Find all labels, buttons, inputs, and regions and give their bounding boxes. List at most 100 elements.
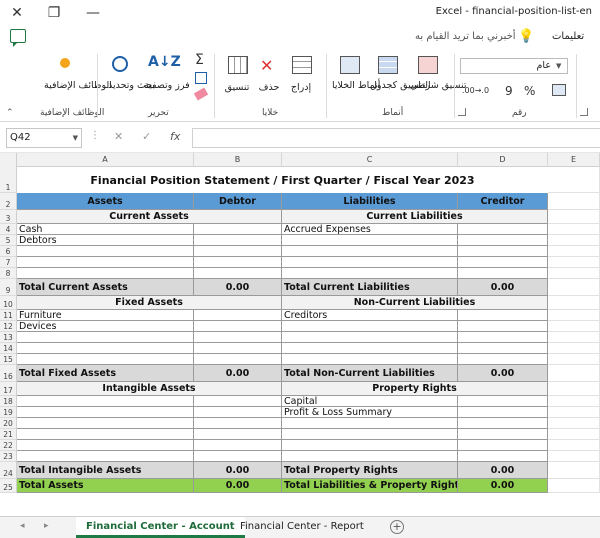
cell[interactable] [548,210,600,224]
percent-style-button[interactable]: % [524,84,535,98]
row-header[interactable]: 17 [0,382,17,396]
section-header[interactable]: Current Liabilities [282,210,548,224]
cell[interactable] [548,235,600,246]
table-cell[interactable] [458,224,548,235]
conditional-formatting-button[interactable]: تنسيق شرطي [410,80,466,92]
row-header[interactable]: 7 [0,257,17,268]
find-select-button[interactable]: بحث وتحديد [108,80,155,92]
table-cell[interactable] [194,418,282,429]
table-cell[interactable] [17,429,194,440]
row-header[interactable]: 13 [0,332,17,343]
row-header[interactable]: 2 [0,193,17,210]
table-cell[interactable] [282,451,458,462]
format-as-table-button[interactable]: التنسيق كجدول [370,80,431,92]
table-cell[interactable]: Accrued Expenses [282,224,458,235]
cell[interactable] [548,310,600,321]
comments-icon[interactable] [10,29,26,47]
column-header[interactable]: A [17,153,194,167]
cell[interactable] [548,462,600,479]
row-header[interactable]: 24 [0,462,17,479]
row-header[interactable]: 20 [0,418,17,429]
table-cell[interactable] [194,257,282,268]
total-value[interactable]: 0.00 [458,479,548,493]
table-cell[interactable] [282,354,458,365]
table-cell[interactable] [282,332,458,343]
prev-sheet-icon[interactable]: ◂ [20,521,25,531]
total-label[interactable]: Total Fixed Assets [17,365,194,382]
chevron-down-icon[interactable]: ▼ [73,129,78,147]
section-header[interactable]: Current Assets [17,210,282,224]
total-value[interactable]: 0.00 [194,365,282,382]
section-header[interactable]: Property Rights [282,382,548,396]
total-label[interactable]: Total Property Rights [282,462,458,479]
total-label[interactable]: Total Liabilities & Property Rights [282,479,458,493]
row-header[interactable]: 12 [0,321,17,332]
fill-icon[interactable] [195,72,207,84]
close-window-button[interactable]: ✕ [8,4,26,22]
table-cell[interactable] [282,343,458,354]
table-cell[interactable] [194,224,282,235]
row-header[interactable]: 5 [0,235,17,246]
insert-function-icon[interactable]: fx [170,130,180,143]
cell[interactable] [548,268,600,279]
minimize-window-button[interactable]: — [84,4,102,22]
header-debtor[interactable]: Debtor [194,193,282,210]
table-cell[interactable] [17,332,194,343]
dialog-launcher-icon[interactable] [580,108,588,116]
cell[interactable] [548,224,600,235]
row-header[interactable]: 8 [0,268,17,279]
total-label[interactable]: Total Intangible Assets [17,462,194,479]
cell[interactable] [548,365,600,382]
table-cell[interactable] [282,246,458,257]
table-cell[interactable] [458,354,548,365]
cell[interactable] [548,167,600,193]
table-cell[interactable] [194,429,282,440]
row-header[interactable]: 25 [0,479,17,493]
worksheet-grid[interactable]: ABCDE 1 2 3 4 5 6 7 8 9 10 11 12 13 14 15 16 17 18 19 20 21 2… [0,153,600,516]
accounting-format-icon[interactable] [552,84,566,96]
row-header[interactable]: 18 [0,396,17,407]
row-header[interactable]: 11 [0,310,17,321]
total-label[interactable]: Total Assets [17,479,194,493]
table-cell[interactable]: Furniture [17,310,194,321]
table-cell[interactable] [458,321,548,332]
row-header[interactable]: 15 [0,354,17,365]
tab-help[interactable]: تعليمات [552,31,584,42]
table-cell[interactable]: Capital [282,396,458,407]
table-cell[interactable] [282,235,458,246]
table-cell[interactable] [458,451,548,462]
column-header[interactable]: C [282,153,458,167]
table-cell[interactable] [458,396,548,407]
table-cell[interactable] [458,268,548,279]
row-header[interactable]: 14 [0,343,17,354]
table-cell[interactable] [282,440,458,451]
table-cell[interactable] [17,268,194,279]
total-value[interactable]: 0.00 [458,365,548,382]
formula-input[interactable] [192,128,600,148]
column-header[interactable]: E [548,153,600,167]
number-dialog-launcher-icon[interactable] [458,108,466,116]
cell[interactable] [548,246,600,257]
table-cell[interactable] [17,246,194,257]
table-cell[interactable] [282,257,458,268]
column-header[interactable]: B [194,153,282,167]
table-cell[interactable] [458,257,548,268]
cell[interactable] [548,296,600,310]
table-cell[interactable] [194,407,282,418]
table-cell[interactable] [17,407,194,418]
sheet-tab-account[interactable]: Financial Center - Account [76,517,245,538]
cell[interactable] [548,451,600,462]
cell[interactable] [548,418,600,429]
header-creditor[interactable]: Creditor [458,193,548,210]
cell[interactable] [548,479,600,493]
table-cell[interactable] [17,343,194,354]
table-cell[interactable] [458,332,548,343]
table-cell[interactable] [458,310,548,321]
table-cell[interactable] [282,321,458,332]
table-cell[interactable] [17,354,194,365]
section-header[interactable]: Intangible Assets [17,382,282,396]
select-all-corner[interactable] [0,153,17,167]
table-cell[interactable] [458,429,548,440]
table-cell[interactable] [194,396,282,407]
header-assets[interactable]: Assets [17,193,194,210]
